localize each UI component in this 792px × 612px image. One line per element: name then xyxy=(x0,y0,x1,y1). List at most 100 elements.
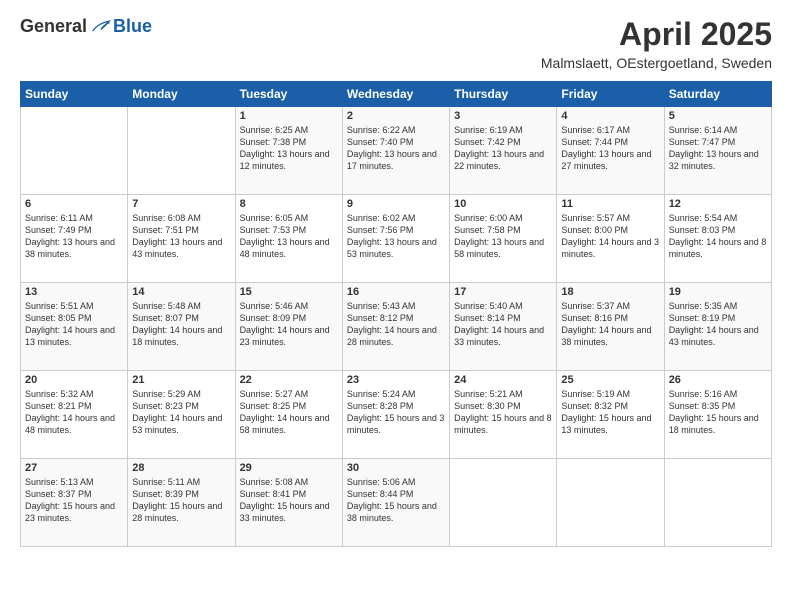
calendar-cell: 22 Sunrise: 5:27 AM Sunset: 8:25 PM Dayli… xyxy=(235,371,342,459)
calendar-week-row: 6 Sunrise: 6:11 AM Sunset: 7:49 PM Daylig… xyxy=(21,195,772,283)
day-info: Sunrise: 5:40 AM Sunset: 8:14 PM Dayligh… xyxy=(454,300,552,349)
day-number: 3 xyxy=(454,110,552,122)
day-number: 4 xyxy=(561,110,659,122)
calendar-week-row: 20Sunrise: 5:32 AM Sunset: 8:21 PM Dayli… xyxy=(21,371,772,459)
logo: General Blue xyxy=(20,16,152,37)
day-info: Sunrise: 5:57 AM Sunset: 8:00 PM Dayligh… xyxy=(561,212,659,261)
day-info: Sunrise: 5:13 AM Sunset: 8:37 PM Dayligh… xyxy=(25,476,123,525)
day-number: 9 xyxy=(347,198,445,210)
day-info: Sunrise: 5:51 AM Sunset: 8:05 PM Dayligh… xyxy=(25,300,123,349)
calendar-header-saturday: Saturday xyxy=(664,82,771,107)
day-info: Sunrise: 6:17 AM Sunset: 7:44 PM Dayligh… xyxy=(561,124,659,173)
calendar-cell xyxy=(128,107,235,195)
calendar-cell: 9 Sunrise: 6:02 AM Sunset: 7:56 PM Daylig… xyxy=(342,195,449,283)
calendar-cell: 27 Sunrise: 5:13 AM Sunset: 8:37 PM Dayli… xyxy=(21,459,128,547)
calendar-cell: 18Sunrise: 5:37 AM Sunset: 8:16 PM Dayli… xyxy=(557,283,664,371)
day-info: Sunrise: 5:54 AM Sunset: 8:03 PM Dayligh… xyxy=(669,212,767,261)
calendar-cell: 10 Sunrise: 6:00 AM Sunset: 7:58 PM Dayli… xyxy=(450,195,557,283)
calendar-cell: 26Sunrise: 5:16 AM Sunset: 8:35 PM Dayli… xyxy=(664,371,771,459)
day-info: Sunrise: 5:46 AM Sunset: 8:09 PM Dayligh… xyxy=(240,300,338,349)
calendar-cell: 16 Sunrise: 5:43 AM Sunset: 8:12 PM Dayli… xyxy=(342,283,449,371)
logo-blue-text: Blue xyxy=(113,16,152,37)
day-number: 15 xyxy=(240,286,338,298)
day-number: 10 xyxy=(454,198,552,210)
logo-bird-icon xyxy=(91,19,111,35)
subtitle: Malmslaett, OEstergoetland, Sweden xyxy=(541,55,772,71)
calendar-cell: 21Sunrise: 5:29 AM Sunset: 8:23 PM Dayli… xyxy=(128,371,235,459)
day-info: Sunrise: 5:08 AM Sunset: 8:41 PM Dayligh… xyxy=(240,476,338,525)
day-number: 14 xyxy=(132,286,230,298)
calendar-week-row: 27 Sunrise: 5:13 AM Sunset: 8:37 PM Dayli… xyxy=(21,459,772,547)
calendar-cell: 20Sunrise: 5:32 AM Sunset: 8:21 PM Dayli… xyxy=(21,371,128,459)
day-number: 29 xyxy=(240,462,338,474)
day-number: 27 xyxy=(25,462,123,474)
day-number: 25 xyxy=(561,374,659,386)
calendar-cell: 29 Sunrise: 5:08 AM Sunset: 8:41 PM Dayli… xyxy=(235,459,342,547)
calendar-cell: 11 Sunrise: 5:57 AM Sunset: 8:00 PM Dayli… xyxy=(557,195,664,283)
day-number: 28 xyxy=(132,462,230,474)
day-info: Sunrise: 5:43 AM Sunset: 8:12 PM Dayligh… xyxy=(347,300,445,349)
day-number: 8 xyxy=(240,198,338,210)
day-info: Sunrise: 5:27 AM Sunset: 8:25 PM Dayligh… xyxy=(240,388,338,437)
calendar-cell: 23Sunrise: 5:24 AM Sunset: 8:28 PM Dayli… xyxy=(342,371,449,459)
calendar-header-sunday: Sunday xyxy=(21,82,128,107)
page: General Blue April 2025 Malmslaett, OEst… xyxy=(0,0,792,612)
day-number: 23 xyxy=(347,374,445,386)
day-number: 20 xyxy=(25,374,123,386)
day-number: 11 xyxy=(561,198,659,210)
day-number: 5 xyxy=(669,110,767,122)
calendar-cell: 6 Sunrise: 6:11 AM Sunset: 7:49 PM Daylig… xyxy=(21,195,128,283)
calendar-cell: 3 Sunrise: 6:19 AM Sunset: 7:42 PM Daylig… xyxy=(450,107,557,195)
header: General Blue April 2025 Malmslaett, OEst… xyxy=(20,16,772,71)
day-number: 19 xyxy=(669,286,767,298)
day-number: 22 xyxy=(240,374,338,386)
day-number: 1 xyxy=(240,110,338,122)
main-title: April 2025 xyxy=(541,16,772,53)
calendar-header-friday: Friday xyxy=(557,82,664,107)
day-info: Sunrise: 5:21 AM Sunset: 8:30 PM Dayligh… xyxy=(454,388,552,437)
day-number: 30 xyxy=(347,462,445,474)
calendar-header-tuesday: Tuesday xyxy=(235,82,342,107)
day-info: Sunrise: 6:00 AM Sunset: 7:58 PM Dayligh… xyxy=(454,212,552,261)
day-info: Sunrise: 5:48 AM Sunset: 8:07 PM Dayligh… xyxy=(132,300,230,349)
calendar-cell xyxy=(450,459,557,547)
calendar-cell: 12Sunrise: 5:54 AM Sunset: 8:03 PM Dayli… xyxy=(664,195,771,283)
calendar-header-monday: Monday xyxy=(128,82,235,107)
calendar-cell: 1Sunrise: 6:25 AM Sunset: 7:38 PM Daylig… xyxy=(235,107,342,195)
day-info: Sunrise: 6:11 AM Sunset: 7:49 PM Dayligh… xyxy=(25,212,123,261)
calendar-cell xyxy=(664,459,771,547)
day-number: 2 xyxy=(347,110,445,122)
calendar-cell: 5 Sunrise: 6:14 AM Sunset: 7:47 PM Daylig… xyxy=(664,107,771,195)
calendar-header-wednesday: Wednesday xyxy=(342,82,449,107)
day-number: 13 xyxy=(25,286,123,298)
calendar-cell: 8 Sunrise: 6:05 AM Sunset: 7:53 PM Daylig… xyxy=(235,195,342,283)
calendar: SundayMondayTuesdayWednesdayThursdayFrid… xyxy=(20,81,772,547)
day-number: 16 xyxy=(347,286,445,298)
day-number: 6 xyxy=(25,198,123,210)
calendar-cell: 24Sunrise: 5:21 AM Sunset: 8:30 PM Dayli… xyxy=(450,371,557,459)
day-info: Sunrise: 6:08 AM Sunset: 7:51 PM Dayligh… xyxy=(132,212,230,261)
day-number: 18 xyxy=(561,286,659,298)
title-section: April 2025 Malmslaett, OEstergoetland, S… xyxy=(541,16,772,71)
calendar-week-row: 1Sunrise: 6:25 AM Sunset: 7:38 PM Daylig… xyxy=(21,107,772,195)
day-info: Sunrise: 5:29 AM Sunset: 8:23 PM Dayligh… xyxy=(132,388,230,437)
day-info: Sunrise: 6:02 AM Sunset: 7:56 PM Dayligh… xyxy=(347,212,445,261)
calendar-week-row: 13 Sunrise: 5:51 AM Sunset: 8:05 PM Dayli… xyxy=(21,283,772,371)
day-info: Sunrise: 6:19 AM Sunset: 7:42 PM Dayligh… xyxy=(454,124,552,173)
calendar-cell: 13 Sunrise: 5:51 AM Sunset: 8:05 PM Dayli… xyxy=(21,283,128,371)
calendar-cell: 4 Sunrise: 6:17 AM Sunset: 7:44 PM Daylig… xyxy=(557,107,664,195)
calendar-cell: 2 Sunrise: 6:22 AM Sunset: 7:40 PM Daylig… xyxy=(342,107,449,195)
day-info: Sunrise: 6:14 AM Sunset: 7:47 PM Dayligh… xyxy=(669,124,767,173)
day-info: Sunrise: 5:06 AM Sunset: 8:44 PM Dayligh… xyxy=(347,476,445,525)
calendar-cell: 25Sunrise: 5:19 AM Sunset: 8:32 PM Dayli… xyxy=(557,371,664,459)
calendar-cell: 30 Sunrise: 5:06 AM Sunset: 8:44 PM Dayli… xyxy=(342,459,449,547)
day-number: 26 xyxy=(669,374,767,386)
calendar-cell: 19 Sunrise: 5:35 AM Sunset: 8:19 PM Dayli… xyxy=(664,283,771,371)
calendar-header-row: SundayMondayTuesdayWednesdayThursdayFrid… xyxy=(21,82,772,107)
calendar-cell xyxy=(21,107,128,195)
day-info: Sunrise: 6:22 AM Sunset: 7:40 PM Dayligh… xyxy=(347,124,445,173)
day-info: Sunrise: 6:05 AM Sunset: 7:53 PM Dayligh… xyxy=(240,212,338,261)
day-info: Sunrise: 5:35 AM Sunset: 8:19 PM Dayligh… xyxy=(669,300,767,349)
calendar-cell: 15 Sunrise: 5:46 AM Sunset: 8:09 PM Dayli… xyxy=(235,283,342,371)
day-number: 17 xyxy=(454,286,552,298)
